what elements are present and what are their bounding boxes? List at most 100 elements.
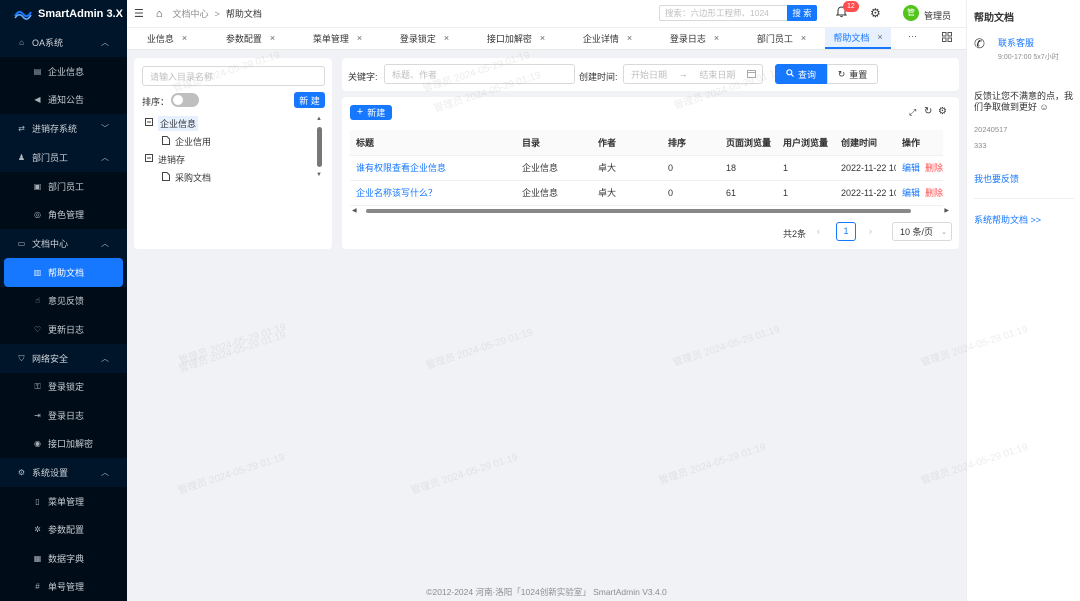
close-icon[interactable]: × [627,33,632,43]
sidebar-item[interactable]: ◉ 接口加解密 [0,429,127,458]
sidebar-item[interactable]: ⇥ 登录日志 [0,401,127,430]
tab-item[interactable]: 企业详情 × [564,28,651,49]
notification-badge: 12 [843,1,859,12]
tree-node-label: 企业信用 [175,136,212,147]
horizontal-scrollbar[interactable]: ◀ ▶ [352,207,949,215]
user-name[interactable]: 管理员 [924,9,951,22]
tab-item[interactable]: 参数配置 × [207,28,294,49]
tab-item[interactable]: 接口加解密 × [468,28,564,49]
refresh-icon[interactable]: ↻ [924,106,932,117]
contact-title[interactable]: 联系客服 [998,36,1034,49]
grid-icon[interactable] [942,32,952,44]
sidebar-item[interactable]: ✲ 参数配置 [0,515,127,544]
sidebar-item[interactable]: ▣ 部门员工 [0,172,127,201]
feedback-text: 反馈让您不满意的点，我们争取做到更好 ☺ [974,91,1078,113]
sidebar-group[interactable]: ⌂ OA系统 ︿ [0,28,127,57]
close-icon[interactable]: × [357,33,362,43]
tab-label: 菜单管理 [312,33,349,44]
sidebar-item[interactable]: ☝ 意见反馈 [0,286,127,315]
query-button[interactable]: 查询 [775,64,827,84]
keyword-input[interactable]: 标题、作者 [384,64,575,84]
menu-fold-icon[interactable]: ☰ [134,7,144,20]
tree-node[interactable]: 企业信用 [142,132,312,150]
sidebar-item[interactable]: ◀ 通知公告 [0,85,127,114]
delete-link[interactable]: 删除 [925,188,943,198]
home-icon[interactable]: ⌂ [156,8,163,20]
edit-link[interactable]: 编辑 [902,163,920,173]
tab-label: 登录锁定 [399,33,436,44]
contact-hours: 9:00-17:00 5x7小时 [998,54,1059,61]
top-bar: ☰ ⌂ 文档中心 > 帮助文档 搜索：六边形工程师、1024 搜 索 12 ⚙ … [127,0,966,28]
tab-label: 企业详情 [582,33,619,44]
sidebar-item[interactable]: # 单号管理 [0,572,127,601]
close-icon[interactable]: × [182,33,187,43]
end-date-placeholder: 结束日期 [699,69,736,80]
tab-item[interactable]: 登录锁定 × [381,28,468,49]
feedback-link[interactable]: 我也要反馈 [974,172,1019,185]
reset-button[interactable]: ↻ 重置 [827,64,878,84]
sidebar-item[interactable]: ▯ 菜单管理 [0,487,127,516]
sort-toggle[interactable] [171,93,199,107]
column-header: 创建时间 [835,130,896,156]
page-size-select[interactable]: 10 条/页 ⌄ [892,222,952,241]
sidebar-group[interactable]: ▭ 文档中心 ︿ [0,229,127,258]
dict-icon: ▦ [33,553,42,563]
watermark-text: 管理员 2024-05-29 01:19 [177,321,288,367]
global-search-input[interactable]: 搜索：六边形工程师、1024 [659,5,787,21]
tree-node[interactable]: 采购文档 [142,168,312,186]
close-icon[interactable]: × [801,33,806,43]
page-number-current[interactable]: 1 [836,222,856,241]
date-range-picker[interactable]: 开始日期 → 结束日期 [623,64,763,84]
table-cell-title[interactable]: 谁有权限查看企业信息 [350,155,516,181]
sidebar-group[interactable]: ⇄ 进销存系统 ﹀ [0,114,127,143]
sidebar-label: 系统设置 [32,468,69,478]
tabs-more-icon[interactable]: ··· [908,31,917,41]
tab-item[interactable]: 登录日志 × [651,28,738,49]
collapse-icon[interactable] [145,154,153,164]
sidebar-group[interactable]: ⛉ 网络安全 ︿ [0,344,127,373]
settings-gear-icon[interactable]: ⚙ [870,6,881,20]
close-icon[interactable]: × [540,33,545,43]
tree-node[interactable]: 进销存 [142,150,312,168]
sidebar-item[interactable]: ▥ 帮助文档 [4,258,123,287]
new-doc-button[interactable]: + 新建 [350,105,392,120]
column-settings-icon[interactable]: ⚙ [938,106,947,117]
close-icon[interactable]: × [270,33,275,43]
app-logo[interactable]: SmartAdmin 3.X [0,0,127,28]
fullscreen-icon[interactable]: ⤢ [909,107,916,118]
chevron-up-icon: ︿ [101,239,109,248]
table-cell-title[interactable]: 企业名称该写什么？ [350,180,516,206]
close-icon[interactable]: × [714,33,719,43]
sort-label: 排序： [142,97,170,107]
catalog-search-input[interactable]: 请输入目录名称 [142,66,325,86]
sidebar-group[interactable]: ♟ 部门员工 ︿ [0,143,127,172]
sidebar-item[interactable]: ♡ 更新日志 [0,315,127,344]
heart-icon: ♡ [33,324,42,334]
tab-item[interactable]: 业信息 × [127,28,207,49]
sidebar-item[interactable]: ⚿ 登录锁定 [0,372,127,401]
close-icon[interactable]: × [877,32,882,42]
tab-item[interactable]: 部门员工 × [738,28,825,49]
global-search-button[interactable]: 搜 索 [787,5,817,21]
sidebar-item[interactable]: ◎ 角色管理 [0,200,127,229]
sidebar-label: 部门员工 [32,153,69,163]
tree-scrollbar[interactable]: ▲ ▼ [316,116,323,180]
close-icon[interactable]: × [444,33,449,43]
tab-item[interactable]: 帮助文档 × [825,28,891,49]
data-table: 标题 目录 作者 排序 页面浏览量 用户浏览量 创建时间 操作 谁有权限查看企业… [350,130,943,206]
breadcrumb-item[interactable]: 文档中心 [173,7,209,20]
tree-node[interactable]: 企业信息 [142,114,312,132]
tab-item[interactable]: 菜单管理 × [294,28,381,49]
user-avatar[interactable]: 管 [903,5,919,21]
system-help-link[interactable]: 系统帮助文档 >> [974,213,1041,226]
delete-link[interactable]: 删除 [925,163,943,173]
sidebar-item[interactable]: ▦ 数据字典 [0,544,127,573]
prev-page-icon[interactable]: ‹ [817,226,820,236]
sidebar-group[interactable]: ⚙ 系统设置 ︿ [0,458,127,487]
api-icon: ◉ [34,439,41,449]
next-page-icon[interactable]: › [869,226,872,236]
edit-link[interactable]: 编辑 [902,188,920,198]
sidebar-item[interactable]: ▤ 企业信息 [0,57,127,86]
new-catalog-button[interactable]: 新 建 [294,92,325,108]
collapse-icon[interactable] [145,118,153,128]
